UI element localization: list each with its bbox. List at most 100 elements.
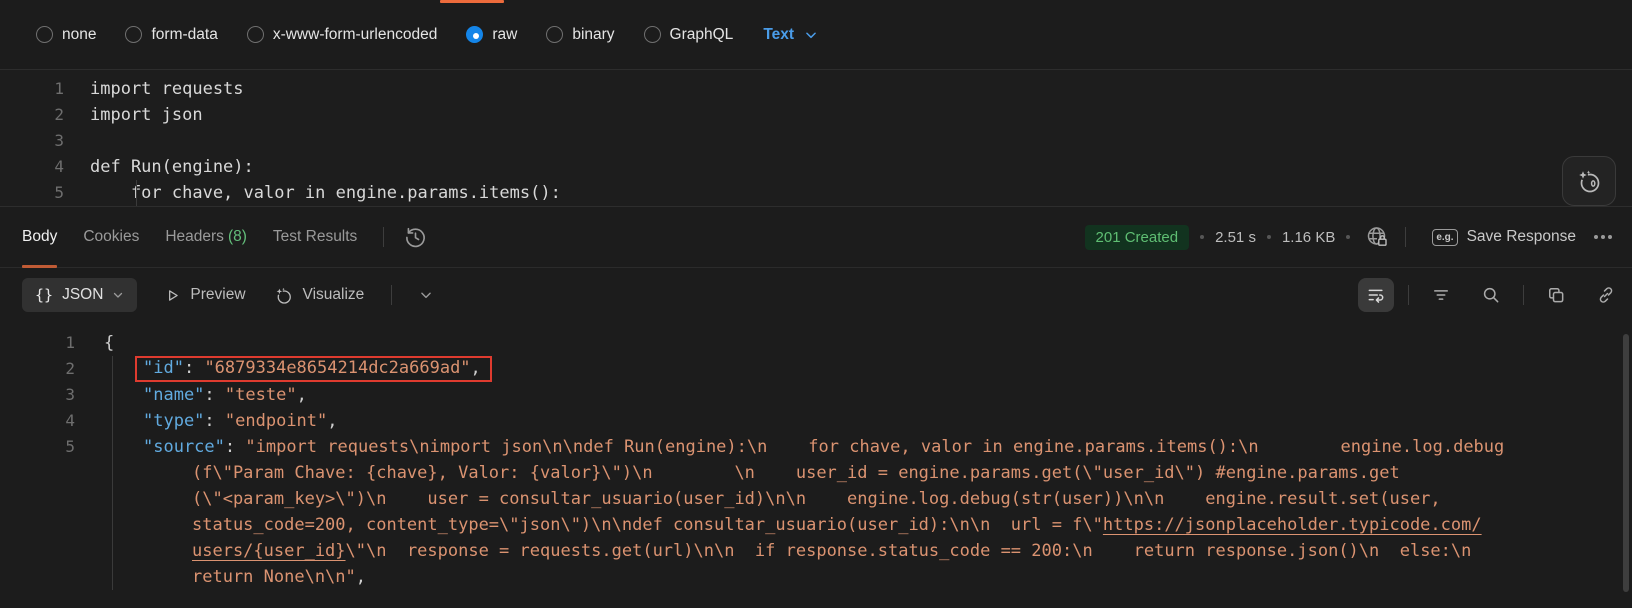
- tab-test-results[interactable]: Test Results: [273, 207, 357, 268]
- example-icon: e.g.: [1432, 229, 1457, 246]
- indent-guide: [112, 434, 113, 460]
- response-time[interactable]: 2.51 s: [1215, 229, 1256, 246]
- indent-guide: [136, 180, 137, 206]
- code-segment: import json: [90, 105, 203, 125]
- dot-separator: [1346, 235, 1350, 239]
- network-info-button[interactable]: [1365, 225, 1389, 249]
- indent-guide: [112, 382, 113, 408]
- tab-body[interactable]: Body: [22, 207, 57, 268]
- filter-button[interactable]: [1423, 278, 1459, 312]
- response-meta: 201 Created 2.51 s 1.16 KB e.g. Save Res…: [1085, 225, 1612, 250]
- response-json-line: 2"id": "6879334e8654214dc2a669ad",: [0, 356, 1632, 382]
- indent-guide: [112, 460, 113, 486]
- language-selector[interactable]: Text: [763, 26, 818, 44]
- code-segment: {: [104, 333, 114, 353]
- body-type-option-binary[interactable]: binary: [546, 26, 614, 44]
- line-number: 3: [0, 128, 64, 154]
- indent-guide: [112, 408, 113, 434]
- radio-label: raw: [492, 26, 517, 44]
- code-segment: (\"<param_key>\")\n user = consultar_usu…: [192, 489, 1441, 509]
- body-type-option-raw[interactable]: raw: [466, 26, 517, 44]
- more-options-button[interactable]: [1594, 235, 1612, 239]
- link-button[interactable]: [1588, 278, 1624, 312]
- code-segment: def Run(engine):: [90, 157, 254, 177]
- vertical-scrollbar[interactable]: [1623, 334, 1629, 592]
- code-segment: ,: [356, 567, 366, 587]
- preview-button[interactable]: Preview: [164, 286, 245, 304]
- format-dropdown[interactable]: {} JSON: [22, 278, 137, 312]
- radio-label: GraphQL: [670, 26, 734, 44]
- line-number: 4: [0, 408, 75, 434]
- indent-guide: [112, 356, 113, 382]
- request-code-line: 2import json: [0, 102, 1632, 128]
- indent-guide: [112, 564, 113, 590]
- code-segment: :: [204, 411, 224, 431]
- chevron-down-icon: [112, 289, 124, 301]
- response-url-link[interactable]: users/{user_id}: [192, 541, 346, 561]
- response-json-line: users/{user_id}\"\n response = requests.…: [0, 538, 1632, 564]
- code-segment: "source": [143, 437, 225, 457]
- line-number: 3: [0, 382, 75, 408]
- tab-headers[interactable]: Headers(8): [165, 207, 247, 268]
- postbot-button[interactable]: [1562, 156, 1616, 206]
- tab-cookies[interactable]: Cookies: [83, 207, 139, 268]
- code-segment: :: [225, 437, 245, 457]
- red-highlight-box: "id": "6879334e8654214dc2a669ad",: [135, 356, 492, 382]
- headers-count-badge: (8): [228, 228, 247, 246]
- code-segment: (f\"Param Chave: {chave}, Valor: {valor}…: [192, 463, 1400, 483]
- code-segment: ,: [471, 358, 481, 378]
- separator: [1408, 285, 1409, 305]
- response-history-button[interactable]: [404, 226, 427, 249]
- code-segment: "id": [143, 358, 184, 378]
- play-icon: [164, 287, 181, 304]
- visualize-label: Visualize: [303, 286, 365, 304]
- active-tab-indicator: [440, 0, 504, 3]
- line-number: 1: [0, 330, 75, 356]
- request-body-editor[interactable]: 1import requests2import json34def Run(en…: [0, 70, 1632, 207]
- radio-label: binary: [572, 26, 614, 44]
- status-badge[interactable]: 201 Created: [1085, 225, 1190, 250]
- response-json-lines: 1{2"id": "6879334e8654214dc2a669ad",3"na…: [0, 330, 1632, 590]
- code-segment: import requests: [90, 79, 244, 99]
- copy-button[interactable]: [1538, 278, 1574, 312]
- history-clock-icon: [404, 226, 427, 249]
- body-type-option-none[interactable]: none: [36, 26, 96, 44]
- code-segment: "teste": [225, 385, 297, 405]
- response-body-toolbar: {} JSON Preview Visualize: [0, 268, 1632, 322]
- tab-label: Body: [22, 228, 57, 246]
- response-body-viewer[interactable]: 1{2"id": "6879334e8654214dc2a669ad",3"na…: [0, 322, 1632, 608]
- code-segment: status_code=200, content_type=\"json\")\…: [192, 515, 1103, 535]
- wrap-lines-button[interactable]: [1358, 278, 1394, 312]
- copy-icon: [1546, 285, 1566, 305]
- sparkle-icon: [273, 285, 294, 306]
- preview-label: Preview: [190, 286, 245, 304]
- separator: [1523, 285, 1524, 305]
- response-json-line: (\"<param_key>\")\n user = consultar_usu…: [0, 486, 1632, 512]
- response-json-line: 5"source": "import requests\nimport json…: [0, 434, 1632, 460]
- response-json-line: status_code=200, content_type=\"json\")\…: [0, 512, 1632, 538]
- response-tab-bar: Body Cookies Headers(8) Test Results 201 Cr…: [0, 207, 1632, 268]
- response-tabs: Body Cookies Headers(8) Test Results: [22, 207, 357, 268]
- chevron-down-icon: [804, 28, 818, 42]
- line-number: 5: [0, 434, 75, 460]
- separator: [1405, 227, 1406, 247]
- radio-icon: [546, 26, 563, 43]
- response-url-link[interactable]: https://jsonplaceholder.typicode.com/: [1103, 515, 1482, 535]
- response-size[interactable]: 1.16 KB: [1282, 229, 1335, 246]
- visualize-more-dropdown[interactable]: [419, 288, 433, 302]
- visualize-button[interactable]: Visualize: [273, 285, 365, 306]
- save-response-button[interactable]: e.g. Save Response: [1432, 228, 1576, 246]
- format-label: JSON: [62, 286, 103, 304]
- postbot-icon: [1575, 167, 1603, 195]
- body-type-option-GraphQL[interactable]: GraphQL: [644, 26, 734, 44]
- body-type-option-form-data[interactable]: form-data: [125, 26, 217, 44]
- response-json-line: return None\n\n",: [0, 564, 1632, 590]
- code-segment: for chave, valor in engine.params.items(…: [90, 183, 561, 203]
- search-button[interactable]: [1473, 278, 1509, 312]
- line-number: 4: [0, 154, 64, 180]
- tab-label: Headers: [165, 228, 224, 246]
- dot-separator: [1200, 235, 1204, 239]
- code-segment: "endpoint": [225, 411, 327, 431]
- indent-guide: [112, 486, 113, 512]
- body-type-option-x-www-form-urlencoded[interactable]: x-www-form-urlencoded: [247, 26, 438, 44]
